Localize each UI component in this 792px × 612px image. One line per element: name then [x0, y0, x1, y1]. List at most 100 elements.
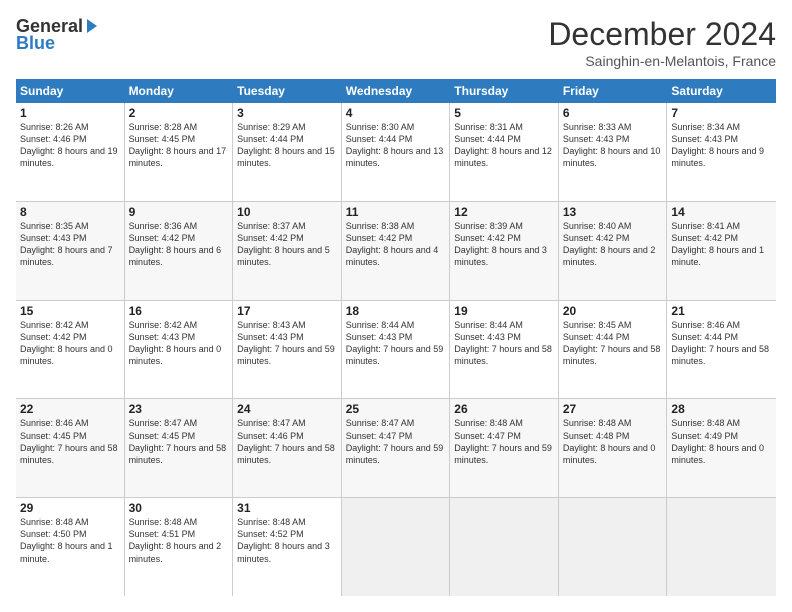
calendar-cell: 27Sunrise: 8:48 AM Sunset: 4:48 PM Dayli… [559, 399, 668, 497]
cell-details: Sunrise: 8:48 AM Sunset: 4:48 PM Dayligh… [563, 417, 663, 466]
cell-details: Sunrise: 8:47 AM Sunset: 4:47 PM Dayligh… [346, 417, 446, 466]
calendar-cell: 17Sunrise: 8:43 AM Sunset: 4:43 PM Dayli… [233, 301, 342, 399]
calendar: SundayMondayTuesdayWednesdayThursdayFrid… [16, 79, 776, 596]
cell-details: Sunrise: 8:41 AM Sunset: 4:42 PM Dayligh… [671, 220, 772, 269]
calendar-cell: 2Sunrise: 8:28 AM Sunset: 4:45 PM Daylig… [125, 103, 234, 201]
cell-details: Sunrise: 8:44 AM Sunset: 4:43 PM Dayligh… [346, 319, 446, 368]
day-number: 2 [129, 106, 229, 120]
calendar-cell: 6Sunrise: 8:33 AM Sunset: 4:43 PM Daylig… [559, 103, 668, 201]
calendar-cell: 7Sunrise: 8:34 AM Sunset: 4:43 PM Daylig… [667, 103, 776, 201]
day-number: 16 [129, 304, 229, 318]
day-number: 1 [20, 106, 120, 120]
day-number: 18 [346, 304, 446, 318]
day-number: 10 [237, 205, 337, 219]
calendar-cell: 31Sunrise: 8:48 AM Sunset: 4:52 PM Dayli… [233, 498, 342, 596]
cell-details: Sunrise: 8:48 AM Sunset: 4:47 PM Dayligh… [454, 417, 554, 466]
cell-details: Sunrise: 8:30 AM Sunset: 4:44 PM Dayligh… [346, 121, 446, 170]
day-number: 3 [237, 106, 337, 120]
logo: General Blue [16, 16, 97, 54]
cell-details: Sunrise: 8:33 AM Sunset: 4:43 PM Dayligh… [563, 121, 663, 170]
calendar-row: 8Sunrise: 8:35 AM Sunset: 4:43 PM Daylig… [16, 202, 776, 301]
calendar-row: 22Sunrise: 8:46 AM Sunset: 4:45 PM Dayli… [16, 399, 776, 498]
day-number: 29 [20, 501, 120, 515]
day-number: 9 [129, 205, 229, 219]
weekday-header: Saturday [667, 79, 776, 103]
cell-details: Sunrise: 8:43 AM Sunset: 4:43 PM Dayligh… [237, 319, 337, 368]
cell-details: Sunrise: 8:46 AM Sunset: 4:44 PM Dayligh… [671, 319, 772, 368]
subtitle: Sainghin-en-Melantois, France [548, 53, 776, 69]
calendar-row: 1Sunrise: 8:26 AM Sunset: 4:46 PM Daylig… [16, 103, 776, 202]
day-number: 25 [346, 402, 446, 416]
calendar-cell: 10Sunrise: 8:37 AM Sunset: 4:42 PM Dayli… [233, 202, 342, 300]
cell-details: Sunrise: 8:40 AM Sunset: 4:42 PM Dayligh… [563, 220, 663, 269]
logo-blue-text: Blue [16, 33, 55, 54]
day-number: 11 [346, 205, 446, 219]
day-number: 23 [129, 402, 229, 416]
day-number: 22 [20, 402, 120, 416]
cell-details: Sunrise: 8:48 AM Sunset: 4:52 PM Dayligh… [237, 516, 337, 565]
calendar-cell: 24Sunrise: 8:47 AM Sunset: 4:46 PM Dayli… [233, 399, 342, 497]
day-number: 6 [563, 106, 663, 120]
calendar-header-row: SundayMondayTuesdayWednesdayThursdayFrid… [16, 79, 776, 103]
cell-details: Sunrise: 8:48 AM Sunset: 4:50 PM Dayligh… [20, 516, 120, 565]
day-number: 19 [454, 304, 554, 318]
cell-details: Sunrise: 8:42 AM Sunset: 4:42 PM Dayligh… [20, 319, 120, 368]
calendar-cell: 23Sunrise: 8:47 AM Sunset: 4:45 PM Dayli… [125, 399, 234, 497]
calendar-cell: 1Sunrise: 8:26 AM Sunset: 4:46 PM Daylig… [16, 103, 125, 201]
day-number: 27 [563, 402, 663, 416]
cell-details: Sunrise: 8:39 AM Sunset: 4:42 PM Dayligh… [454, 220, 554, 269]
calendar-cell [559, 498, 668, 596]
cell-details: Sunrise: 8:44 AM Sunset: 4:43 PM Dayligh… [454, 319, 554, 368]
calendar-row: 15Sunrise: 8:42 AM Sunset: 4:42 PM Dayli… [16, 301, 776, 400]
cell-details: Sunrise: 8:48 AM Sunset: 4:51 PM Dayligh… [129, 516, 229, 565]
day-number: 30 [129, 501, 229, 515]
cell-details: Sunrise: 8:36 AM Sunset: 4:42 PM Dayligh… [129, 220, 229, 269]
calendar-cell: 28Sunrise: 8:48 AM Sunset: 4:49 PM Dayli… [667, 399, 776, 497]
cell-details: Sunrise: 8:48 AM Sunset: 4:49 PM Dayligh… [671, 417, 772, 466]
day-number: 26 [454, 402, 554, 416]
calendar-cell: 5Sunrise: 8:31 AM Sunset: 4:44 PM Daylig… [450, 103, 559, 201]
calendar-cell: 22Sunrise: 8:46 AM Sunset: 4:45 PM Dayli… [16, 399, 125, 497]
cell-details: Sunrise: 8:37 AM Sunset: 4:42 PM Dayligh… [237, 220, 337, 269]
header-right: December 2024 Sainghin-en-Melantois, Fra… [548, 16, 776, 69]
day-number: 12 [454, 205, 554, 219]
day-number: 24 [237, 402, 337, 416]
cell-details: Sunrise: 8:34 AM Sunset: 4:43 PM Dayligh… [671, 121, 772, 170]
calendar-cell: 14Sunrise: 8:41 AM Sunset: 4:42 PM Dayli… [667, 202, 776, 300]
day-number: 20 [563, 304, 663, 318]
calendar-cell: 21Sunrise: 8:46 AM Sunset: 4:44 PM Dayli… [667, 301, 776, 399]
calendar-cell: 29Sunrise: 8:48 AM Sunset: 4:50 PM Dayli… [16, 498, 125, 596]
day-number: 13 [563, 205, 663, 219]
calendar-body: 1Sunrise: 8:26 AM Sunset: 4:46 PM Daylig… [16, 103, 776, 596]
weekday-header: Sunday [16, 79, 125, 103]
weekday-header: Wednesday [342, 79, 451, 103]
calendar-cell: 12Sunrise: 8:39 AM Sunset: 4:42 PM Dayli… [450, 202, 559, 300]
calendar-cell: 11Sunrise: 8:38 AM Sunset: 4:42 PM Dayli… [342, 202, 451, 300]
header: General Blue December 2024 Sainghin-en-M… [16, 16, 776, 69]
cell-details: Sunrise: 8:35 AM Sunset: 4:43 PM Dayligh… [20, 220, 120, 269]
day-number: 7 [671, 106, 772, 120]
cell-details: Sunrise: 8:29 AM Sunset: 4:44 PM Dayligh… [237, 121, 337, 170]
day-number: 17 [237, 304, 337, 318]
day-number: 5 [454, 106, 554, 120]
day-number: 8 [20, 205, 120, 219]
calendar-cell: 26Sunrise: 8:48 AM Sunset: 4:47 PM Dayli… [450, 399, 559, 497]
calendar-cell: 3Sunrise: 8:29 AM Sunset: 4:44 PM Daylig… [233, 103, 342, 201]
weekday-header: Monday [125, 79, 234, 103]
cell-details: Sunrise: 8:45 AM Sunset: 4:44 PM Dayligh… [563, 319, 663, 368]
day-number: 28 [671, 402, 772, 416]
calendar-cell: 8Sunrise: 8:35 AM Sunset: 4:43 PM Daylig… [16, 202, 125, 300]
logo-arrow-icon [87, 19, 97, 33]
weekday-header: Thursday [450, 79, 559, 103]
cell-details: Sunrise: 8:26 AM Sunset: 4:46 PM Dayligh… [20, 121, 120, 170]
calendar-cell: 15Sunrise: 8:42 AM Sunset: 4:42 PM Dayli… [16, 301, 125, 399]
month-title: December 2024 [548, 16, 776, 53]
calendar-cell: 9Sunrise: 8:36 AM Sunset: 4:42 PM Daylig… [125, 202, 234, 300]
calendar-cell [342, 498, 451, 596]
cell-details: Sunrise: 8:47 AM Sunset: 4:45 PM Dayligh… [129, 417, 229, 466]
calendar-cell: 19Sunrise: 8:44 AM Sunset: 4:43 PM Dayli… [450, 301, 559, 399]
weekday-header: Tuesday [233, 79, 342, 103]
day-number: 15 [20, 304, 120, 318]
calendar-cell: 4Sunrise: 8:30 AM Sunset: 4:44 PM Daylig… [342, 103, 451, 201]
calendar-cell: 13Sunrise: 8:40 AM Sunset: 4:42 PM Dayli… [559, 202, 668, 300]
